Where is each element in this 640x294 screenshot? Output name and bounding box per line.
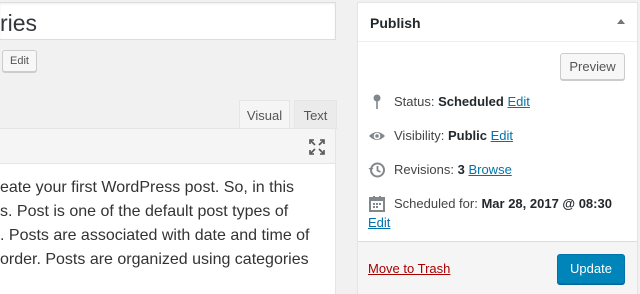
scheduled-label: Scheduled for: bbox=[394, 196, 478, 211]
post-title-input[interactable]: ries bbox=[0, 2, 336, 40]
publish-actions: Move to Trash Update bbox=[358, 241, 637, 294]
preview-button[interactable]: Preview bbox=[560, 53, 625, 80]
editor-toolbar bbox=[0, 128, 336, 164]
publish-title: Publish bbox=[370, 15, 421, 31]
scheduled-value: Mar 28, 2017 @ 08:30 bbox=[481, 196, 612, 211]
update-button[interactable]: Update bbox=[557, 254, 625, 284]
status-value: Scheduled bbox=[438, 94, 504, 109]
visibility-edit-link[interactable]: Edit bbox=[491, 128, 513, 143]
revisions-count: 3 bbox=[457, 162, 465, 177]
scheduled-edit-link[interactable]: Edit bbox=[368, 215, 390, 230]
revisions-label: Revisions: bbox=[394, 162, 454, 177]
editor-content-area[interactable]: eate your first WordPress post. So, in t… bbox=[0, 164, 336, 294]
publish-header[interactable]: Publish bbox=[358, 3, 637, 42]
history-icon bbox=[368, 161, 386, 179]
content-line: . Posts are associated with date and tim… bbox=[0, 227, 310, 244]
publish-box: Publish Preview Status: Scheduled Edit V… bbox=[357, 2, 638, 294]
fullscreen-icon[interactable] bbox=[309, 139, 325, 155]
calendar-icon bbox=[368, 195, 386, 213]
revisions-browse-link[interactable]: Browse bbox=[468, 162, 511, 177]
content-line: eate your first WordPress post. So, in t… bbox=[0, 179, 295, 196]
visibility-label: Visibility: bbox=[394, 128, 445, 143]
edit-permalink-button[interactable]: Edit bbox=[2, 50, 37, 72]
pin-icon bbox=[368, 93, 386, 111]
status-edit-link[interactable]: Edit bbox=[507, 94, 529, 109]
tab-text[interactable]: Text bbox=[294, 100, 337, 129]
post-title-text: ries bbox=[0, 10, 38, 36]
collapse-toggle-icon[interactable] bbox=[617, 19, 625, 24]
status-label: Status: bbox=[394, 94, 435, 109]
tab-visual[interactable]: Visual bbox=[239, 100, 290, 129]
move-to-trash-link[interactable]: Move to Trash bbox=[368, 261, 450, 276]
eye-icon bbox=[368, 127, 386, 145]
content-line: order. Posts are organized using categor… bbox=[0, 251, 309, 268]
visibility-value: Public bbox=[447, 128, 487, 143]
content-line: s. Post is one of the default post types… bbox=[0, 203, 289, 220]
